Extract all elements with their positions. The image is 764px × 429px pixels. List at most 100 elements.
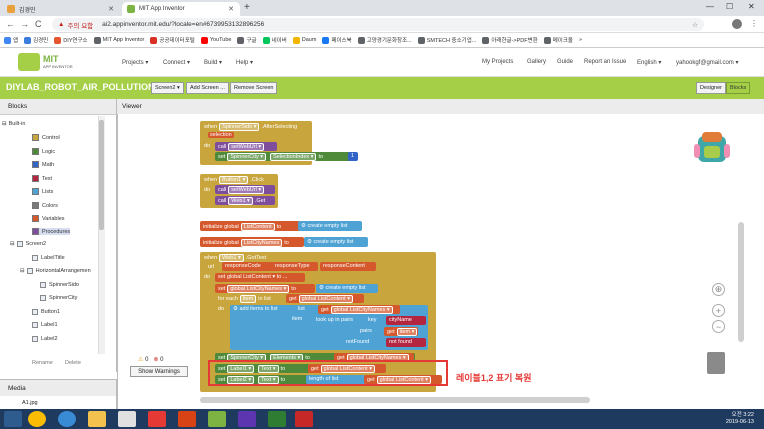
number-block[interactable]: 1 (348, 152, 358, 161)
tree-component-labeltitle[interactable]: LabelTitle (32, 255, 65, 261)
more-bookmarks-chevron-icon[interactable]: » (579, 37, 582, 43)
get-global-listcontent-block[interactable]: get global ListContent ▾ (286, 294, 364, 303)
param-responsetype[interactable]: responseType (272, 262, 318, 271)
tree-component-horizontalarrangement[interactable]: ⊟ HorizontalArrangemen (20, 268, 91, 274)
menu-report-issue[interactable]: Report an Issue (584, 59, 626, 65)
tree-item-logic[interactable]: Logic (32, 148, 55, 155)
bookmark-item[interactable]: 네이버 (262, 36, 287, 44)
chrome-icon[interactable] (28, 411, 46, 427)
workspace-horizontal-scrollbar[interactable] (200, 397, 590, 403)
designer-button[interactable]: Designer (696, 82, 727, 94)
blocks-tree-scroll-thumb[interactable] (99, 120, 104, 230)
call-web1-get-block[interactable]: call Web1 ▾ .Get (215, 196, 275, 205)
delete-button[interactable]: Delete (65, 360, 81, 366)
create-empty-list-block[interactable]: ⚙ create empty list (298, 221, 362, 231)
taskbar-app-icon[interactable] (238, 411, 256, 427)
taskbar-app-icon[interactable] (295, 411, 313, 427)
media-item[interactable]: A1.jpg (0, 396, 117, 409)
bookmark-item[interactable]: DIY연구소 (54, 36, 88, 44)
bookmark-item[interactable]: 페이스북 (322, 36, 352, 44)
tree-item-math[interactable]: Math (32, 161, 54, 168)
bookmark-item[interactable]: SMTECH 중소기업... (417, 36, 476, 44)
tree-component-spinnercity[interactable]: SpinnerCity (40, 295, 77, 301)
close-window-button[interactable]: ✕ (748, 2, 755, 11)
tree-builtin[interactable]: ⊟ Built-in (2, 121, 25, 127)
close-tab-icon[interactable]: ✕ (108, 5, 114, 13)
gear-icon[interactable]: ⚙ (319, 285, 324, 291)
init-global-listcontent-block[interactable]: initialize global ListContent to (200, 221, 300, 231)
param-responsecode[interactable]: responseCode (222, 262, 274, 271)
set-spinnercity-selectionindex-block[interactable]: set SpinnerCity ▾ SelectionIndex ▾ to (215, 152, 355, 161)
tree-item-control[interactable]: Control (32, 134, 60, 141)
close-tab-icon[interactable]: ✕ (228, 5, 234, 13)
set-global-listcontent-block[interactable]: set global ListContent ▾ to ... (215, 273, 305, 282)
tree-item-variables[interactable]: Variables (32, 215, 65, 222)
bookmark-item[interactable]: MIT App Inventor (93, 36, 144, 44)
get-item-block[interactable]: get item ▾ (384, 327, 418, 336)
gear-icon[interactable]: ⚙ (307, 239, 312, 245)
menu-build[interactable]: Build ▾ (204, 59, 222, 66)
tree-item-colors[interactable]: Colors (32, 202, 58, 209)
tree-item-text[interactable]: Text (32, 175, 52, 182)
screen-select[interactable]: Screen2 ▾ (151, 82, 184, 94)
create-empty-list-block[interactable]: ⚙ create empty list (304, 237, 368, 247)
zoom-in-icon[interactable]: + (712, 304, 725, 317)
text-block-cityname[interactable]: cityName (386, 316, 426, 325)
ie-icon[interactable] (58, 411, 76, 427)
bookmark-item[interactable]: 메이크올 (543, 36, 573, 44)
taskbar-app-icon[interactable] (148, 411, 166, 427)
taskbar-app-icon[interactable] (178, 411, 196, 427)
menu-kebab-icon[interactable]: ⋮ (750, 19, 758, 28)
profile-avatar[interactable] (732, 19, 742, 29)
remove-screen-button[interactable]: Remove Screen (230, 82, 278, 94)
zoom-out-icon[interactable]: − (712, 320, 725, 333)
init-global-listcitynames-block[interactable]: initialize global ListCityNames to (200, 237, 304, 247)
create-empty-list-block[interactable]: ⚙ create empty list (316, 284, 378, 293)
minimize-button[interactable]: — (706, 2, 714, 11)
bookmark-item[interactable]: 아래한글->PDF변환 (482, 36, 538, 44)
taskbar-app-icon[interactable] (208, 411, 226, 427)
system-clock[interactable]: 오전 3:22 2019-06-13 (726, 412, 754, 426)
bookmark-item[interactable]: Daum (292, 36, 316, 44)
bookmark-item[interactable]: 구글 (237, 36, 257, 44)
back-arrow-icon[interactable]: ← (6, 19, 15, 29)
text-block-notfound[interactable]: not found (386, 338, 426, 347)
tree-component-button1[interactable]: Button1 (32, 309, 60, 315)
menu-language[interactable]: English ▾ (637, 59, 661, 66)
tree-item-lists[interactable]: Lists (32, 188, 53, 195)
param-responsecontent[interactable]: responseContent (320, 262, 376, 271)
get-global-listcitynames-block[interactable]: get global ListCityNames ▾ (318, 305, 400, 314)
appinventor-logo[interactable]: MIT APP INVENTOR (18, 53, 73, 71)
trash-icon[interactable] (707, 352, 725, 374)
browser-tab-appinventor[interactable]: MIT App Inventor ✕ (122, 2, 240, 16)
rename-button[interactable]: Rename (32, 360, 53, 366)
reload-icon[interactable]: C (35, 19, 42, 29)
bookmark-item[interactable]: 김경민 (24, 36, 48, 44)
zoom-center-icon[interactable]: ⊕ (712, 283, 725, 296)
show-warnings-button[interactable]: Show Warnings (130, 366, 188, 377)
bookmark-item[interactable]: 고양경기문화창조... (357, 36, 412, 44)
set-global-listcitynames-block[interactable]: set global ListCityNames ▾ to (215, 284, 315, 293)
backpack-icon[interactable] (692, 130, 732, 166)
url-field[interactable]: ▲ 주의 요함 ai2.appinventor.mit.edu/?locale=… (52, 18, 704, 31)
tree-item-procedures[interactable]: Procedures (32, 228, 71, 235)
menu-my-projects[interactable]: My Projects (482, 59, 513, 65)
gear-icon[interactable]: ⚙ (233, 306, 238, 312)
add-screen-button[interactable]: Add Screen ... (186, 82, 229, 94)
param-selection[interactable]: selection (208, 132, 234, 138)
tree-component-label1[interactable]: Label1 (32, 322, 58, 328)
collapse-icon[interactable]: ⊟ (20, 268, 25, 274)
taskbar-app-icon[interactable] (118, 411, 136, 427)
collapse-icon[interactable]: ⊟ (10, 241, 15, 247)
file-explorer-icon[interactable] (88, 411, 106, 427)
maximize-button[interactable]: ☐ (726, 2, 733, 11)
forward-arrow-icon[interactable]: → (20, 19, 29, 29)
menu-help[interactable]: Help ▾ (236, 59, 253, 66)
blocks-button[interactable]: Blocks (726, 82, 751, 94)
bookmark-star-icon[interactable]: ☆ (692, 21, 698, 29)
gear-icon[interactable]: ⚙ (301, 223, 306, 229)
collapse-icon[interactable]: ⊟ (2, 121, 7, 127)
menu-projects[interactable]: Projects ▾ (122, 59, 148, 66)
bookmark-item[interactable]: 공공데이터포털 (150, 36, 195, 44)
taskbar-app-icon[interactable] (268, 411, 286, 427)
